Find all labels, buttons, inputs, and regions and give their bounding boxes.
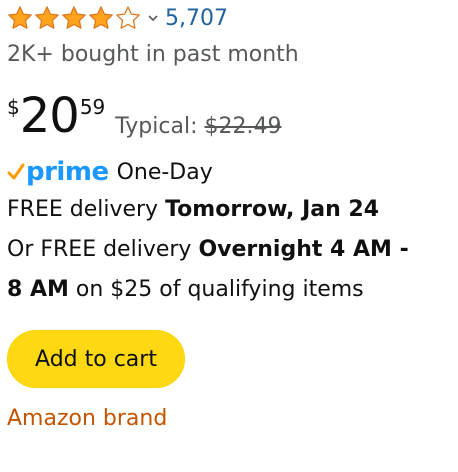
- product-buybox: 5,707 2K+ bought in past month $ 20 59 T…: [7, 0, 457, 431]
- delivery-line-2: Or FREE delivery Overnight 4 AM -: [7, 230, 457, 270]
- typical-price-value: $22.49: [204, 114, 282, 139]
- delivery-line-3: 8 AM on $25 of qualifying items: [7, 270, 457, 310]
- ratings-count-link[interactable]: 5,707: [165, 6, 228, 31]
- rating-row[interactable]: 5,707: [7, 0, 457, 36]
- price-whole: 20: [19, 88, 80, 144]
- delivery-window-end: 8 AM: [7, 277, 69, 302]
- prime-badge-row: prime One-Day: [7, 154, 457, 190]
- prime-check-icon: [7, 163, 25, 180]
- price-fraction: 59: [79, 95, 106, 119]
- bought-in-past-month: 2K+ bought in past month: [7, 42, 299, 67]
- price-symbol: $: [7, 95, 20, 119]
- price-block: $ 20 59 Typical: $22.49: [7, 88, 457, 150]
- chevron-down-icon[interactable]: [147, 12, 159, 24]
- delivery-window-start: Overnight 4 AM -: [198, 237, 409, 262]
- brand-link[interactable]: Amazon brand: [7, 406, 457, 431]
- delivery-condition: on $25 of qualifying items: [68, 277, 364, 302]
- typical-price: Typical: $22.49: [115, 116, 281, 138]
- prime-logo: prime: [26, 157, 109, 187]
- star-full-icon: [35, 6, 59, 29]
- star-full-icon: [89, 6, 113, 29]
- add-to-cart-button[interactable]: Add to cart: [7, 330, 185, 388]
- star-rating[interactable]: [7, 5, 141, 31]
- delivery-prefix: FREE delivery: [7, 197, 166, 222]
- delivery-date: Tomorrow, Jan 24: [165, 197, 380, 222]
- delivery-alt-prefix: Or FREE delivery: [7, 237, 199, 262]
- prime-one-day: One-Day: [116, 159, 213, 185]
- delivery-line-1: FREE delivery Tomorrow, Jan 24: [7, 190, 457, 230]
- star-full-icon: [8, 6, 32, 29]
- delivery-info: FREE delivery Tomorrow, Jan 24 Or FREE d…: [7, 190, 457, 310]
- star-empty-icon: [116, 6, 140, 29]
- typical-label: Typical:: [115, 114, 198, 139]
- star-full-icon: [62, 6, 86, 29]
